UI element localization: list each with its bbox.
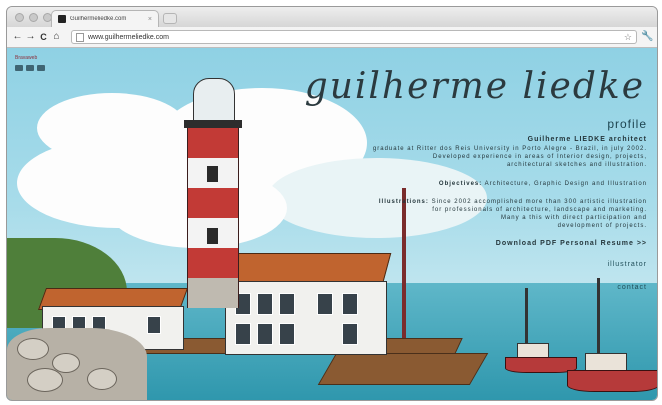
tab-title: Guilhermeliedke.com — [70, 16, 127, 22]
house-window — [147, 316, 161, 334]
objectives-line: Objectives: Architecture, Graphic Design… — [439, 180, 647, 188]
lighthouse-window — [207, 166, 218, 182]
bookmark-star-icon[interactable]: ☆ — [624, 32, 632, 43]
house-window — [342, 293, 358, 315]
boat-mast — [597, 278, 600, 358]
forward-button[interactable]: → — [24, 27, 37, 47]
house-window — [279, 323, 295, 345]
home-button[interactable]: ⌂ — [50, 27, 63, 47]
person-heading: Guilherme LIEDKE architect — [527, 136, 647, 143]
objectives-text: Architecture, Graphic Design and Illustr… — [484, 181, 647, 187]
page-icon — [76, 32, 84, 42]
flag-pole — [402, 188, 406, 338]
lighthouse — [184, 78, 242, 308]
new-tab-button[interactable] — [163, 13, 177, 24]
rock — [17, 338, 49, 360]
house-window — [257, 323, 273, 345]
reload-button[interactable]: C — [37, 27, 50, 47]
browser-window: Guilhermeliedke.com × ← → C ⌂ www.guilhe… — [6, 6, 658, 401]
close-window-button[interactable] — [15, 13, 24, 22]
browser-toolbar: ← → C ⌂ www.guilhermeliedke.com ☆ 🔧 — [7, 27, 657, 48]
house-window — [257, 293, 273, 315]
nav-link-illustrator[interactable]: illustrator — [608, 261, 647, 269]
lighthouse-band — [187, 188, 239, 218]
rock — [87, 368, 117, 390]
wooden-dock — [317, 353, 489, 385]
section-title: profile — [607, 117, 647, 131]
web-page: Bravaweb guilherme liedke profile Guilhe… — [7, 48, 657, 400]
download-resume-link[interactable]: Download PDF Personal Resume >> — [496, 240, 647, 248]
site-logo[interactable]: guilherme liedke — [7, 66, 645, 107]
back-button[interactable]: ← — [11, 27, 24, 47]
rock — [27, 368, 63, 392]
url-text[interactable]: www.guilhermeliedke.com — [88, 34, 624, 41]
bio-line: graduate at Ritter dos Reis University i… — [372, 146, 647, 152]
house-window — [279, 293, 295, 315]
illustrations-line: development of projects. — [557, 223, 647, 229]
lighthouse-gallery — [184, 120, 242, 128]
lighthouse-band — [187, 248, 239, 278]
illustrations-line: for professionals of architecture, lands… — [432, 207, 647, 213]
illustrations-label: Illustrations: — [378, 199, 429, 205]
house-window — [235, 323, 251, 345]
lighthouse-window — [207, 228, 218, 244]
title-bar: Guilhermeliedke.com × — [7, 7, 657, 27]
lighthouse-base — [187, 278, 239, 308]
minimize-window-button[interactable] — [29, 13, 38, 22]
bio-line: architectural sketches and illustration. — [506, 162, 647, 168]
house-window — [317, 293, 333, 315]
boat-hull — [567, 370, 657, 392]
window-controls — [15, 13, 52, 22]
illustrations-line: Many a this with direct participation an… — [500, 215, 647, 221]
illustrations-text: Since 2002 accomplished more than 300 ar… — [431, 199, 647, 205]
house-window — [342, 323, 358, 345]
favicon-icon — [58, 15, 66, 23]
brand-label[interactable]: Bravaweb — [15, 55, 37, 61]
nav-link-contact[interactable]: contact — [617, 284, 647, 292]
bio-line: Developed experience in areas of Interio… — [432, 154, 647, 160]
tab-close-icon[interactable]: × — [148, 16, 152, 23]
browser-tab[interactable]: Guilhermeliedke.com × — [51, 10, 159, 27]
wrench-menu-icon[interactable]: 🔧 — [641, 27, 653, 47]
objectives-label: Objectives: — [438, 181, 483, 187]
address-bar[interactable]: www.guilhermeliedke.com ☆ — [71, 30, 637, 44]
illustrations-line: Illustrations: Since 2002 accomplished m… — [379, 198, 647, 206]
lighthouse-band — [187, 128, 239, 158]
